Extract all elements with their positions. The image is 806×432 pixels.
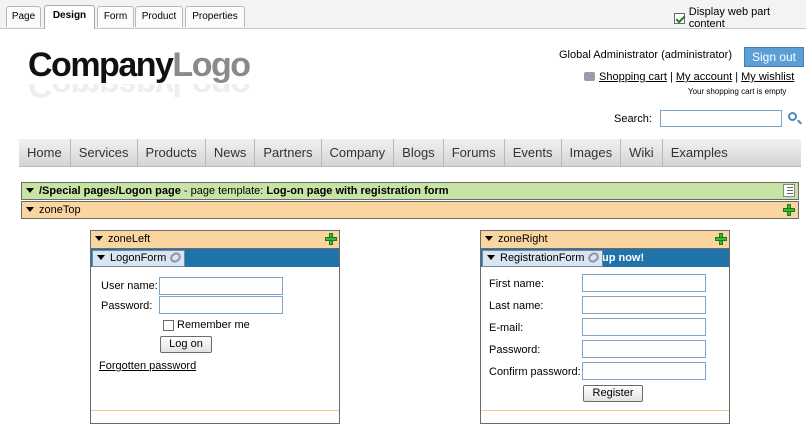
log-on-button[interactable]: Log on <box>160 336 212 353</box>
search-label: Search: <box>614 113 652 125</box>
last-name-label: Last name: <box>489 300 544 312</box>
last-name-input[interactable] <box>582 296 706 314</box>
user-name-label: User name: <box>101 280 158 292</box>
tab-properties[interactable]: Properties <box>185 6 245 27</box>
remember-me-label: Remember me <box>177 319 250 331</box>
template-separator: - page template: <box>180 185 267 197</box>
search-input[interactable] <box>660 110 782 127</box>
logo-reflection-company: Company <box>28 84 173 104</box>
template-name: Log-on page with registration form <box>266 185 449 197</box>
display-webpart-checkbox[interactable] <box>674 12 685 24</box>
menu-item-news[interactable]: News <box>206 139 256 166</box>
account-links: Shopping cart | My account | My wishlist <box>584 71 794 83</box>
zone-right-title: zoneRight <box>498 233 548 245</box>
add-webpart-icon[interactable] <box>783 204 795 216</box>
forgotten-password-link[interactable]: Forgotten password <box>99 360 196 372</box>
logon-form-webpart-title[interactable]: LogonForm <box>92 250 186 267</box>
webpart-properties-icon[interactable] <box>586 250 601 265</box>
webpart-menu-arrow-icon[interactable] <box>487 255 495 261</box>
confirm-password-input[interactable] <box>582 362 706 380</box>
logo-reflection: CompanyLogo <box>28 84 250 104</box>
display-webpart-label: Display web part content <box>688 6 771 30</box>
sign-out-button[interactable]: Sign out <box>744 47 804 67</box>
zone-right-divider <box>481 410 729 411</box>
confirm-password-label: Confirm password: <box>489 366 581 378</box>
remember-me-row[interactable]: Remember me <box>163 319 250 331</box>
menu-item-partners[interactable]: Partners <box>255 139 322 166</box>
tab-page[interactable]: Page <box>6 6 41 27</box>
cart-status: Your shopping cart is empty <box>688 87 787 96</box>
logo-logo-text: Logo <box>172 46 251 84</box>
password-label: Password: <box>101 300 153 312</box>
menu-item-forums[interactable]: Forums <box>444 139 505 166</box>
zone-right-bar: zoneRight <box>481 231 729 249</box>
logon-form-webpart-label: LogonForm <box>110 252 167 264</box>
menu-item-examples[interactable]: Examples <box>663 139 736 166</box>
menu-item-images[interactable]: Images <box>562 139 622 166</box>
edit-template-icon[interactable] <box>783 184 795 197</box>
link-separator: | <box>735 71 739 83</box>
add-webpart-icon[interactable] <box>715 233 727 245</box>
registration-form-header: up now! RegistrationForm <box>481 249 729 267</box>
zone-top-title: zoneTop <box>39 204 81 216</box>
shopping-cart-icon <box>584 72 595 81</box>
email-label: E-mail: <box>489 322 524 334</box>
registration-form-webpart-label: RegistrationForm <box>500 252 585 264</box>
current-user: Global Administrator (administrator) <box>559 49 733 61</box>
logon-form-header: LogonForm <box>91 249 339 267</box>
collapse-arrow-icon[interactable] <box>485 236 493 242</box>
page-template-bar: /Special pages/Logon page - page templat… <box>21 182 799 200</box>
collapse-arrow-icon[interactable] <box>26 207 34 213</box>
menu-item-products[interactable]: Products <box>138 139 206 166</box>
display-webpart-content-toggle[interactable]: Display web part content <box>674 6 806 30</box>
page-path: /Special pages/Logon page <box>39 185 181 197</box>
collapse-arrow-icon[interactable] <box>26 188 34 194</box>
company-logo[interactable]: CompanyLogo <box>28 46 251 85</box>
first-name-input[interactable] <box>582 274 706 292</box>
register-button[interactable]: Register <box>583 385 643 402</box>
main-menu: Home Services Products News Partners Com… <box>19 139 801 167</box>
webpart-menu-arrow-icon[interactable] <box>97 255 105 261</box>
zone-left-title: zoneLeft <box>108 233 151 245</box>
zone-left-divider <box>91 410 339 411</box>
menu-item-events[interactable]: Events <box>505 139 562 166</box>
zone-left-bar: zoneLeft <box>91 231 339 249</box>
menu-item-home[interactable]: Home <box>19 139 71 166</box>
menu-item-blogs[interactable]: Blogs <box>394 139 444 166</box>
shopping-cart-link[interactable]: Shopping cart <box>599 71 667 83</box>
reg-password-label: Password: <box>489 344 541 356</box>
remember-me-checkbox[interactable] <box>163 319 174 331</box>
logo-reflection-logo: Logo <box>172 84 250 104</box>
menu-item-services[interactable]: Services <box>71 139 138 166</box>
zone-top-bar: zoneTop <box>21 201 799 219</box>
menu-item-wiki[interactable]: Wiki <box>621 139 663 166</box>
tab-design[interactable]: Design <box>44 5 95 29</box>
tab-form[interactable]: Form <box>97 6 134 27</box>
my-wishlist-link[interactable]: My wishlist <box>741 71 794 83</box>
logo-company-text: Company <box>28 46 174 84</box>
collapse-arrow-icon[interactable] <box>95 236 103 242</box>
registration-header-text: up now! <box>602 252 645 264</box>
search-icon[interactable] <box>788 112 797 121</box>
webpart-properties-icon[interactable] <box>168 250 183 265</box>
zone-right: zoneRight up now! RegistrationForm First… <box>480 230 730 424</box>
my-account-link[interactable]: My account <box>676 71 732 83</box>
password-input[interactable] <box>159 296 283 314</box>
first-name-label: First name: <box>489 278 545 290</box>
registration-form-webpart-title[interactable]: RegistrationForm <box>482 250 604 267</box>
link-separator: | <box>669 71 673 83</box>
email-input[interactable] <box>582 318 706 336</box>
add-webpart-icon[interactable] <box>325 233 337 245</box>
menu-item-company[interactable]: Company <box>322 139 395 166</box>
tab-product[interactable]: Product <box>135 6 183 27</box>
reg-password-input[interactable] <box>582 340 706 358</box>
user-name-input[interactable] <box>159 277 283 295</box>
zone-left: zoneLeft LogonForm User name: Password: … <box>90 230 340 424</box>
